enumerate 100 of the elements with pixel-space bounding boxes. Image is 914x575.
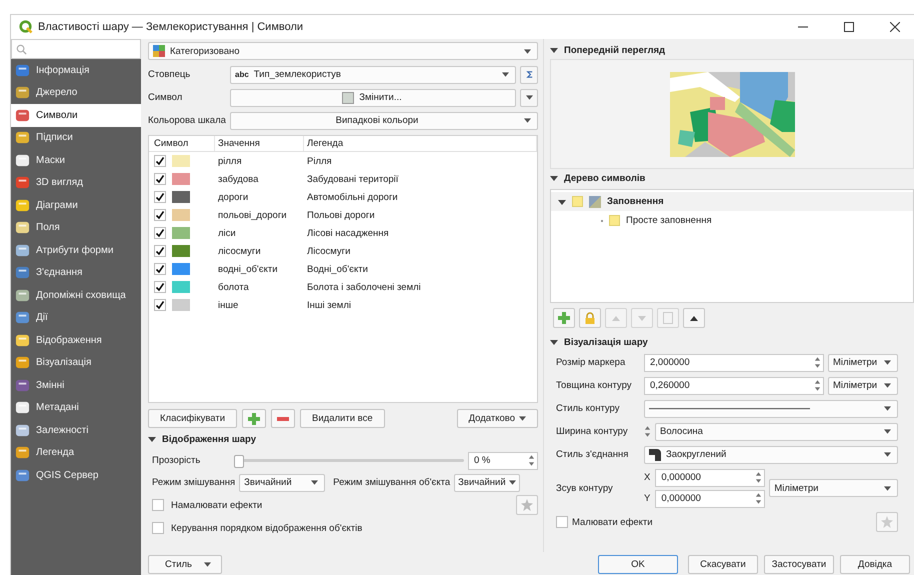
line-style-dropdown[interactable] [644, 400, 898, 418]
blend-mode-dropdown[interactable]: Звичайний [239, 474, 326, 492]
color-swatch[interactable] [172, 191, 190, 203]
sidebar-item[interactable]: Атрибути форми [11, 239, 141, 262]
sidebar-item[interactable]: Поля [11, 216, 141, 239]
dialog-button[interactable]: OK [598, 554, 678, 574]
lock-button[interactable] [579, 308, 601, 328]
sidebar-item[interactable]: Підписи [11, 126, 141, 149]
number-field[interactable]: 0,000000 [655, 468, 766, 486]
join-style-dropdown[interactable]: Заокруглений [644, 446, 898, 464]
advanced-button[interactable]: Додатково [456, 409, 538, 428]
close-icon[interactable] [890, 22, 900, 32]
table-cell-text: Рілля [306, 156, 333, 166]
checkbox[interactable] [154, 173, 166, 185]
feature-blend-dropdown[interactable]: Звичайний [454, 474, 520, 492]
sidebar-item[interactable]: QGIS Сервер [11, 464, 141, 486]
collapse-arrow-icon[interactable] [550, 46, 558, 54]
remove-button[interactable] [271, 409, 296, 428]
column-header[interactable]: Значення [215, 136, 304, 151]
color-swatch[interactable] [172, 299, 190, 311]
spin-arrows-icon[interactable] [755, 492, 762, 505]
dropdown-button[interactable] [520, 88, 538, 106]
caret-icon [884, 429, 891, 434]
checkbox[interactable] [154, 227, 166, 239]
table-cell-text: інше [217, 300, 240, 310]
classify-button[interactable]: Класифікувати [148, 409, 238, 428]
opacity-field[interactable]: 0 % [468, 452, 538, 470]
unit-dropdown[interactable]: Міліметри [828, 354, 898, 372]
sidebar-item[interactable]: 3D вигляд [11, 172, 141, 194]
unit-dropdown[interactable]: Міліметри [769, 479, 898, 497]
sidebar-item[interactable]: Маски [11, 149, 141, 172]
color-swatch[interactable] [172, 227, 190, 239]
color-swatch[interactable] [172, 263, 190, 275]
collapse-arrow-icon[interactable] [558, 198, 566, 206]
section-icon [15, 198, 30, 213]
checkbox[interactable] [154, 299, 166, 311]
sidebar-item[interactable]: Символи [11, 104, 141, 126]
sidebar-item[interactable]: Діаграми [11, 194, 141, 216]
sidebar-item[interactable]: Легенда [11, 442, 141, 464]
width-dropdown[interactable]: Волосина [655, 422, 898, 440]
spin-arrows-icon[interactable] [755, 471, 762, 484]
table-cell-text: Забудовані території [306, 174, 400, 184]
checkbox[interactable] [152, 522, 164, 534]
checkbox[interactable] [556, 516, 568, 528]
collapse-button[interactable] [683, 308, 705, 328]
style-button[interactable]: Стиль [148, 554, 222, 574]
checkbox[interactable] [152, 499, 164, 511]
checkbox[interactable] [154, 281, 166, 293]
column-dropdown[interactable]: abc Тип_землекористув [230, 66, 516, 84]
add-button[interactable] [242, 409, 266, 428]
sidebar-item[interactable]: Інформація [11, 59, 141, 82]
tree-item[interactable]: Просте заповнення [626, 215, 712, 226]
spin-arrows-icon[interactable] [644, 425, 651, 438]
field-label: Стиль контуру [556, 403, 620, 414]
spin-arrows-icon[interactable] [814, 379, 821, 392]
spin-arrows-icon[interactable] [528, 454, 535, 467]
color-swatch[interactable] [172, 209, 190, 221]
sidebar-item[interactable]: Джерело [11, 82, 141, 104]
sidebar-item[interactable]: З'єднання [11, 262, 141, 284]
dialog-button[interactable]: Довідка [840, 554, 910, 574]
spin-arrows-icon[interactable] [814, 356, 821, 369]
sidebar-item[interactable]: Дії [11, 306, 141, 329]
search-field[interactable] [11, 39, 141, 59]
color-swatch[interactable] [172, 281, 190, 293]
expression-button[interactable] [520, 66, 538, 84]
number-field[interactable]: 0,260000 [644, 376, 824, 394]
sidebar-item[interactable]: Змінні [11, 374, 141, 396]
checkbox[interactable] [154, 245, 166, 257]
collapse-arrow-icon[interactable] [550, 338, 558, 346]
number-field[interactable]: 0,000000 [655, 490, 766, 508]
renderer-dropdown[interactable]: Категоризовано [148, 42, 538, 60]
maximize-icon[interactable] [844, 22, 854, 32]
number-field[interactable]: 2,000000 [644, 354, 824, 372]
checkbox[interactable] [154, 263, 166, 275]
checkbox[interactable] [154, 155, 166, 167]
down-arrow-icon [638, 316, 646, 320]
sidebar-item[interactable]: Відображення [11, 329, 141, 352]
unit-dropdown[interactable]: Міліметри [828, 376, 898, 394]
sidebar-item[interactable]: Метадані [11, 396, 141, 419]
sidebar-item[interactable]: Візуалізація [11, 352, 141, 374]
color-swatch[interactable] [172, 155, 190, 167]
color-swatch[interactable] [172, 173, 190, 185]
sidebar-item[interactable]: Допоміжні сховища [11, 284, 141, 306]
column-header[interactable]: Символ [149, 136, 215, 151]
sidebar-item[interactable]: Залежності [11, 419, 141, 442]
delete-all-button[interactable]: Видалити все [300, 409, 385, 428]
dialog-button[interactable]: Скасувати [688, 554, 758, 574]
opacity-slider[interactable] [234, 454, 464, 466]
checkbox[interactable] [154, 191, 166, 203]
change-symbol-button[interactable]: Змінити... [230, 88, 516, 106]
color-swatch[interactable] [172, 245, 190, 257]
collapse-arrow-icon[interactable] [550, 174, 558, 182]
tree-item[interactable]: Заповнення [607, 196, 664, 207]
column-header[interactable]: Легенда [304, 136, 537, 151]
slider-thumb[interactable] [234, 454, 244, 468]
color-ramp-dropdown[interactable]: Випадкові кольори [230, 112, 538, 130]
add-layer-button[interactable] [553, 308, 575, 328]
dialog-button[interactable]: Застосувати [764, 554, 834, 574]
checkbox[interactable] [154, 209, 166, 221]
collapse-arrow-icon[interactable] [148, 435, 156, 443]
